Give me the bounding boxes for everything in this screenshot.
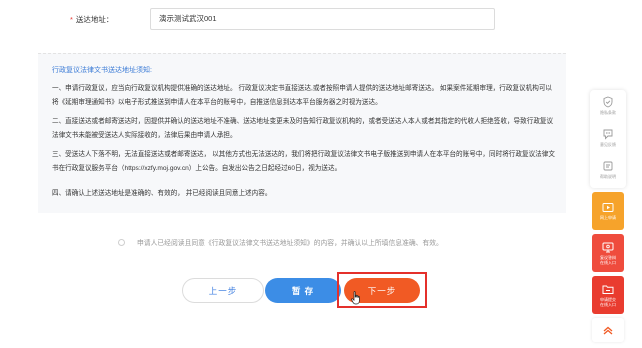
sidebar-colored-label: 申请提交 在线入口 bbox=[600, 296, 616, 307]
sidebar-item-label: 隐私条款 bbox=[600, 110, 616, 115]
sidebar-item-label: 帮助说明 bbox=[600, 174, 616, 179]
sidebar-online-apply[interactable]: 网上申请 bbox=[592, 192, 624, 230]
feedback-icon bbox=[603, 129, 613, 140]
right-sidebar: 隐私条款 意见反馈 帮助说明 网上申请 复议答辩 在线入口 申请提交 在线入口 bbox=[590, 90, 626, 342]
address-label: * 送达地址： bbox=[70, 14, 160, 25]
notice-paragraph-4: 四、请确认上述送达地址是准确的、有效的， 并已经阅读且同意上述内容。 bbox=[52, 190, 272, 197]
sidebar-defense-entry[interactable]: 复议答辩 在线入口 bbox=[592, 234, 624, 272]
notice-paragraph-1: 一、申请行政复议，应当向行政复议机构提供准确的送达地址。 行政复议决定书直接送达… bbox=[52, 85, 553, 106]
address-label-text: 送达地址： bbox=[75, 14, 114, 24]
address-input[interactable]: 演示测试武汉001 bbox=[150, 8, 495, 30]
agree-row: 申请人已经阅读且同意《行政复议法律文书送达地址须知》的内容，并确认以上所填信息准… bbox=[118, 237, 443, 247]
back-to-top-button[interactable] bbox=[592, 318, 624, 342]
video-icon bbox=[602, 203, 614, 212]
sidebar-item-feedback[interactable]: 意见反馈 bbox=[590, 122, 626, 154]
sidebar-item-label: 意见反馈 bbox=[600, 142, 616, 147]
sidebar-utility-panel: 隐私条款 意见反馈 帮助说明 bbox=[590, 90, 626, 188]
chevron-up-icon bbox=[603, 326, 613, 335]
sidebar-item-privacy[interactable]: 隐私条款 bbox=[590, 90, 626, 122]
agree-checkbox[interactable] bbox=[118, 238, 125, 246]
sidebar-colored-label: 网上申请 bbox=[600, 215, 616, 220]
notice-panel: 行政复议法律文书送达地址须知: 一、申请行政复议，应当向行政复议机构提供准确的送… bbox=[38, 53, 566, 213]
folder-icon bbox=[602, 285, 614, 294]
hand-cursor-icon bbox=[351, 291, 360, 305]
required-mark: * bbox=[70, 14, 73, 24]
address-row: * 送达地址： bbox=[70, 8, 160, 30]
save-draft-button[interactable]: 暂 存 bbox=[265, 278, 341, 303]
agree-text: 申请人已经阅读且同意《行政复议法律文书送达地址须知》的内容，并确认以上所填信息准… bbox=[137, 240, 443, 247]
sidebar-item-help[interactable]: 帮助说明 bbox=[590, 154, 626, 186]
notice-paragraph-3: 三、受送达人下落不明，无法直接送达或者邮寄送达， 以其他方式也无法送达的，我们将… bbox=[52, 151, 555, 172]
notice-title: 行政复议法律文书送达地址须知: bbox=[52, 67, 152, 74]
prev-step-button[interactable]: 上一步 bbox=[182, 278, 264, 303]
sidebar-colored-label: 复议答辩 在线入口 bbox=[600, 254, 616, 265]
monitor-icon bbox=[602, 242, 614, 252]
shield-icon bbox=[603, 96, 613, 108]
notice-paragraph-2: 二、直接送达或者邮寄送达时，因提供并确认的送达地址不准确、送达地址变更未及时告知… bbox=[52, 118, 554, 139]
sidebar-submit-entry[interactable]: 申请提交 在线入口 bbox=[592, 276, 624, 314]
help-icon bbox=[603, 161, 613, 171]
